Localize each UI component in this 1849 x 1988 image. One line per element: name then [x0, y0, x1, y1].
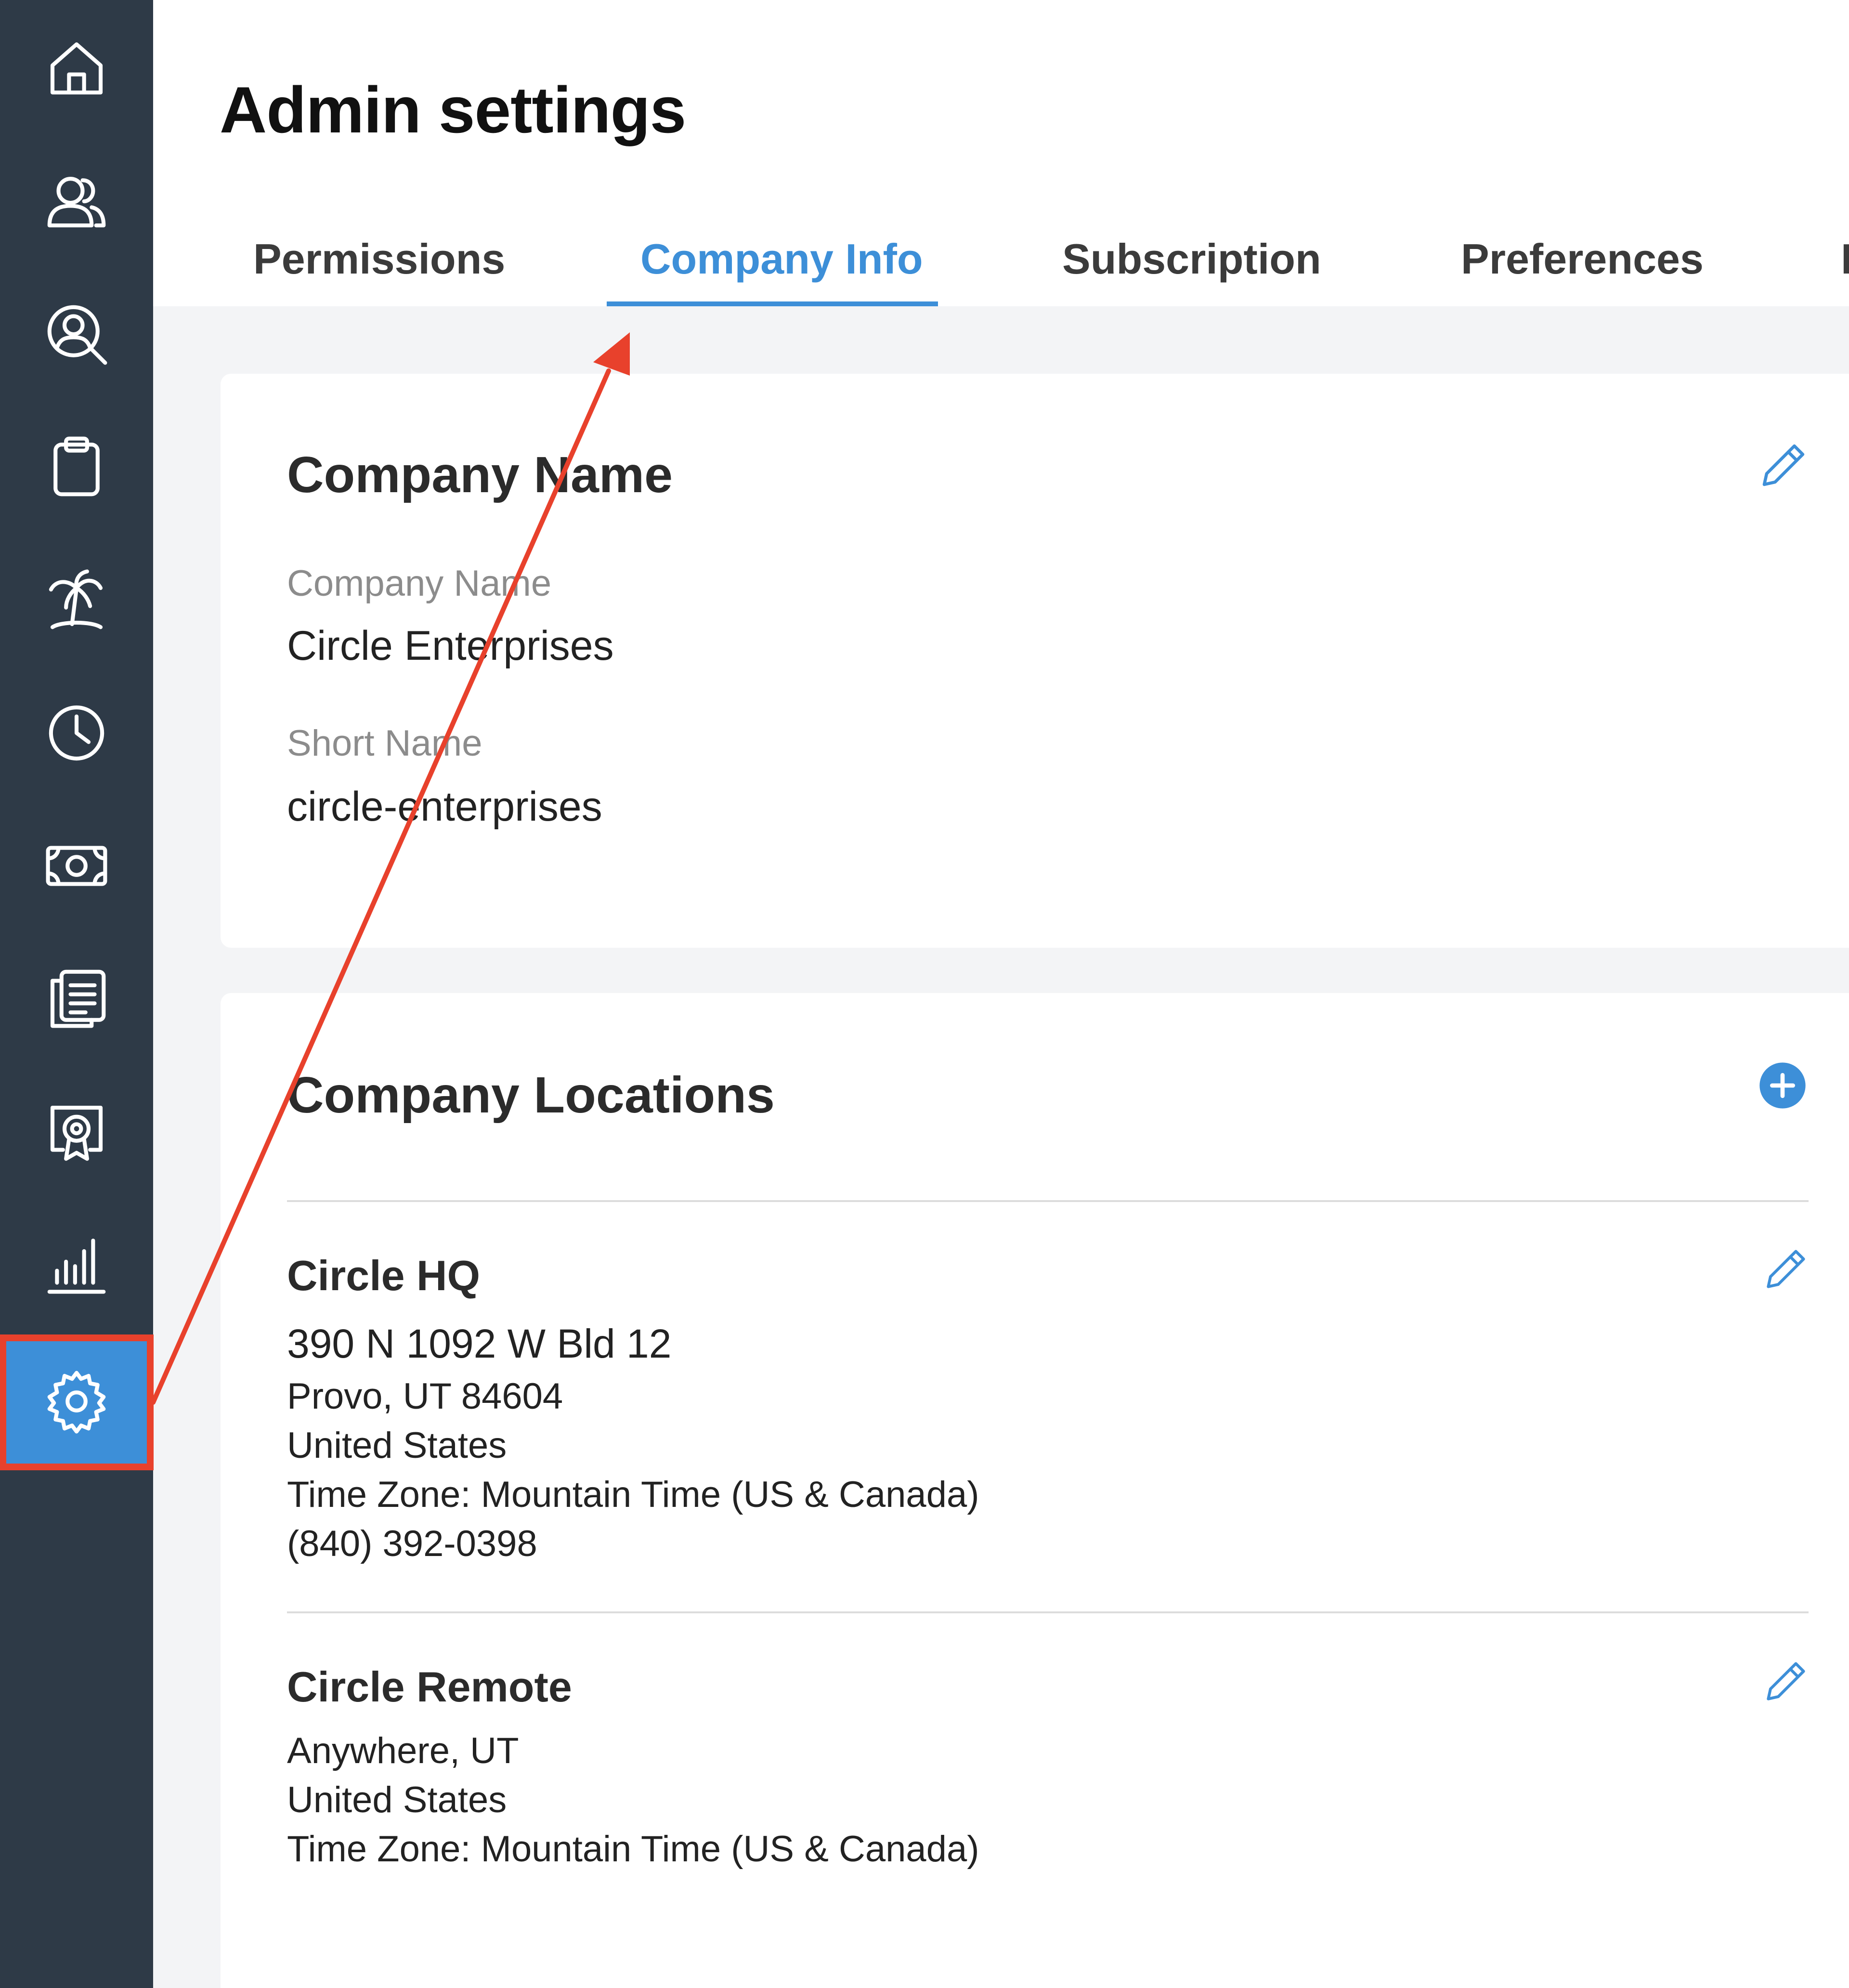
tab-permissions[interactable]: Permissions: [253, 212, 505, 306]
nav-settings[interactable]: [0, 1335, 153, 1468]
money-icon: [46, 846, 107, 886]
tab-company-info[interactable]: Company Info: [640, 212, 923, 306]
user-search-icon: [47, 305, 107, 365]
edit-company-name-button[interactable]: [1755, 436, 1812, 494]
company-locations-card: Company Locations Circle HQ 390 N 1092 W…: [221, 993, 1849, 1988]
location-country-line: United States: [287, 1779, 507, 1820]
company-locations-section-title: Company Locations: [287, 1067, 775, 1124]
gear-icon: [47, 1371, 106, 1434]
nav-time-off[interactable]: [0, 534, 153, 667]
location-phone-line: (840) 392-0398: [287, 1523, 537, 1564]
users-icon: [47, 177, 106, 228]
tab-more[interactable]: I: [1841, 212, 1849, 306]
home-icon: [50, 42, 103, 95]
pencil-icon: [1767, 1662, 1805, 1700]
edit-location-button[interactable]: [1759, 1242, 1812, 1295]
location-name: Circle Remote: [287, 1663, 572, 1711]
short-name-value: circle-enterprises: [287, 784, 602, 830]
tab-subscription[interactable]: Subscription: [1062, 212, 1321, 306]
pencil-icon: [1762, 444, 1805, 486]
active-tab-indicator: [607, 301, 938, 306]
annotation-arrow-head: [593, 332, 630, 376]
sidebar: [0, 0, 153, 1988]
nav-tasks[interactable]: [0, 401, 153, 534]
nav-home[interactable]: [0, 2, 153, 135]
add-location-button[interactable]: [1758, 1060, 1808, 1111]
clock-icon: [49, 705, 104, 761]
locations-divider: [287, 1200, 1809, 1202]
clipboard-icon: [53, 436, 100, 497]
location-timezone-line: Time Zone: Mountain Time (US & Canada): [287, 1474, 979, 1515]
location-city-line: Provo, UT 84604: [287, 1376, 563, 1417]
location-timezone-line: Time Zone: Mountain Time (US & Canada): [287, 1829, 979, 1870]
nav-reports[interactable]: [0, 1198, 153, 1331]
nav-time-tracking[interactable]: [0, 667, 153, 799]
location-city-line: Anywhere, UT: [287, 1730, 519, 1771]
nav-training[interactable]: [0, 1065, 153, 1198]
location-name: Circle HQ: [287, 1252, 481, 1299]
locations-divider: [287, 1611, 1809, 1613]
edit-location-button[interactable]: [1759, 1655, 1812, 1708]
location-country-line: United States: [287, 1425, 507, 1466]
bar-chart-icon: [47, 1238, 106, 1294]
nav-payroll[interactable]: [0, 799, 153, 932]
documents-icon: [50, 969, 106, 1028]
plus-circle-icon: [1759, 1062, 1806, 1109]
short-name-label: Short Name: [287, 723, 482, 764]
location-address-line: 390 N 1092 W Bld 12: [287, 1321, 672, 1366]
company-name-section-title: Company Name: [287, 446, 673, 503]
pencil-icon: [1767, 1250, 1805, 1288]
tab-bar: Permissions Company Info Subscription Pr…: [153, 212, 1849, 306]
company-name-label: Company Name: [287, 563, 552, 604]
nav-recruiting[interactable]: [0, 268, 153, 401]
palm-tree-icon: [49, 569, 103, 629]
company-name-card: Company Name Company Name Circle Enterpr…: [221, 374, 1849, 948]
page-title: Admin settings: [220, 73, 686, 146]
nav-people[interactable]: [0, 135, 153, 268]
page-header: Admin settings Permissions Company Info …: [153, 0, 1849, 306]
company-name-value: Circle Enterprises: [287, 623, 614, 669]
certificate-icon: [50, 1105, 103, 1161]
nav-documents[interactable]: [0, 932, 153, 1065]
tab-preferences[interactable]: Preferences: [1461, 212, 1704, 306]
